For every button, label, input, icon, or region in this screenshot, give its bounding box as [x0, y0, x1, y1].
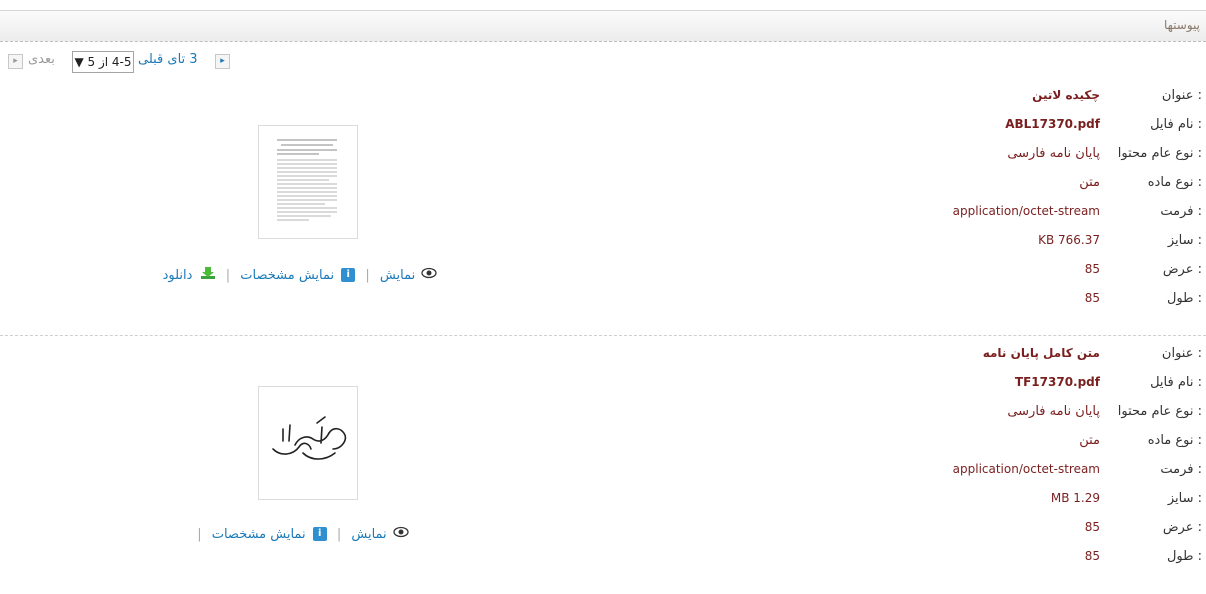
format-value: application/octet-stream	[952, 462, 1100, 476]
height-label: طول :	[1166, 549, 1202, 564]
size-value: KB 766.37	[1038, 233, 1100, 247]
height-row: طول : 85	[906, 549, 1206, 569]
format-row: فرمت : application/octet-stream	[906, 204, 1206, 224]
size-label: سایز :	[1167, 491, 1202, 506]
title-row: عنوان : چکیده لاتین	[906, 88, 1206, 108]
info-icon: i	[341, 268, 356, 282]
content-type-row: نوع عام محتوا : پایان نامه فارسی	[906, 146, 1206, 166]
document-thumbnail[interactable]	[258, 125, 358, 239]
material-type-label: نوع ماده :	[1147, 175, 1202, 190]
format-label: فرمت :	[1160, 204, 1202, 219]
file-name-value: ABL17370.pdf	[1005, 117, 1100, 131]
info-icon: i	[312, 527, 327, 541]
size-row: سایز : MB 1.29	[906, 491, 1206, 511]
eye-icon	[421, 267, 438, 283]
attachment-record: عنوان : چکیده لاتین نام فایل : ABL17370.…	[0, 80, 1206, 336]
next-page-link[interactable]: بعدی	[28, 52, 55, 67]
material-type-value: متن	[1079, 175, 1100, 190]
separator: |	[365, 267, 370, 283]
page-range-select[interactable]: 4-5 از 5 ▼	[72, 51, 134, 73]
size-value: MB 1.29	[1050, 491, 1100, 505]
file-name-label: نام فایل :	[1150, 117, 1202, 132]
material-type-value: متن	[1079, 433, 1100, 448]
width-row: عرض : 85	[906, 262, 1206, 282]
format-label: فرمت :	[1160, 462, 1202, 477]
content-type-value: پایان نامه فارسی	[1007, 146, 1100, 161]
file-name-row: نام فایل : TF17370.pdf	[906, 375, 1206, 395]
separator: |	[336, 526, 342, 542]
previous-arrow-icon[interactable]: ▸	[215, 54, 230, 69]
attachment-record: عنوان : متن کامل پایان نامه نام فایل : T…	[0, 340, 1206, 594]
width-value: 85	[1084, 520, 1100, 534]
title-value: متن کامل پایان نامه	[982, 346, 1100, 360]
height-row: طول : 85	[906, 291, 1206, 311]
material-type-label: نوع ماده :	[1147, 433, 1202, 448]
document-page-icon	[271, 134, 343, 230]
content-type-label: نوع عام محتوا :	[1117, 404, 1202, 419]
width-label: عرض :	[1162, 262, 1202, 277]
separator: |	[197, 526, 202, 542]
next-arrow-icon[interactable]: ▸	[8, 54, 23, 69]
size-label: سایز :	[1167, 233, 1202, 248]
format-row: فرمت : application/octet-stream	[906, 462, 1206, 482]
attachments-title: پیوستها	[1163, 18, 1200, 32]
file-name-value: TF17370.pdf	[1014, 375, 1100, 389]
previous-page-link[interactable]: 3 تای قبلی	[138, 52, 198, 67]
calligraphy-bismillah-icon	[272, 416, 347, 460]
width-value: 85	[1084, 262, 1100, 276]
download-link[interactable]: دانلود	[163, 268, 193, 283]
title-value: چکیده لاتین	[1032, 88, 1100, 102]
attachments-header: پیوستها	[0, 10, 1206, 42]
file-name-row: نام فایل : ABL17370.pdf	[906, 117, 1206, 137]
title-row: عنوان : متن کامل پایان نامه	[906, 346, 1206, 366]
download-icon	[200, 266, 216, 284]
show-details-link[interactable]: نمایش مشخصات	[212, 527, 306, 542]
width-row: عرض : 85	[906, 520, 1206, 540]
format-value: application/octet-stream	[952, 204, 1100, 218]
content-type-value: پایان نامه فارسی	[1007, 404, 1100, 419]
record-actions: نمایش | i نمایش مشخصات | دانلود	[150, 266, 450, 284]
title-label: عنوان :	[1161, 346, 1202, 361]
separator: |	[225, 267, 231, 283]
view-link[interactable]: نمایش	[380, 268, 415, 283]
material-type-row: نوع ماده : متن	[906, 433, 1206, 453]
content-type-label: نوع عام محتوا :	[1117, 146, 1202, 161]
height-value: 85	[1084, 549, 1100, 563]
title-label: عنوان :	[1161, 88, 1202, 103]
material-type-row: نوع ماده : متن	[906, 175, 1206, 195]
height-label: طول :	[1166, 291, 1202, 306]
width-label: عرض :	[1162, 520, 1202, 535]
size-row: سایز : KB 766.37	[906, 233, 1206, 253]
calligraphy-thumbnail[interactable]	[258, 386, 358, 500]
pagination: ▸ بعدی 4-5 از 5 ▼ 3 تای قبلی ▸	[8, 51, 238, 73]
content-type-row: نوع عام محتوا : پایان نامه فارسی	[906, 404, 1206, 424]
view-link[interactable]: نمایش	[351, 527, 386, 542]
eye-icon	[393, 526, 409, 542]
file-name-label: نام فایل :	[1150, 375, 1202, 390]
height-value: 85	[1084, 291, 1100, 305]
record-actions: نمایش | i نمایش مشخصات |	[150, 526, 450, 544]
show-details-link[interactable]: نمایش مشخصات	[240, 268, 334, 283]
